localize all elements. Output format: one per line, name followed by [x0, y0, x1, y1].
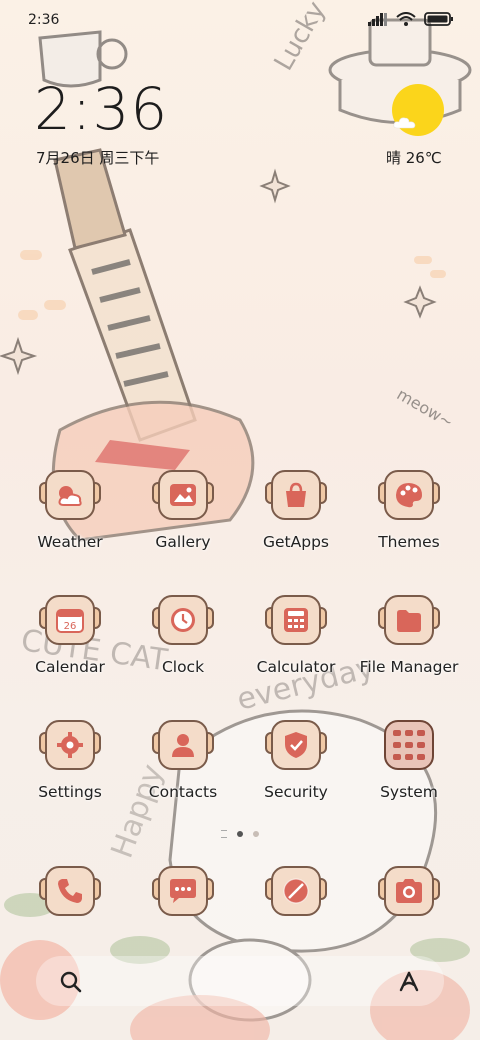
weather-widget-text[interactable]: 晴 26℃ — [386, 147, 442, 168]
app-calculator[interactable]: Calculator — [241, 595, 351, 676]
battery-icon — [424, 12, 453, 26]
messages-icon — [158, 866, 208, 916]
calendar-icon: 26 — [45, 595, 95, 645]
gallery-icon — [158, 470, 208, 520]
browser-icon — [271, 866, 321, 916]
phone-icon — [45, 866, 95, 916]
app-weather[interactable]: Weather — [15, 470, 125, 551]
app-label: Weather — [37, 533, 103, 551]
dock-browser[interactable] — [241, 866, 351, 920]
app-themes[interactable]: Themes — [354, 470, 464, 551]
wifi-icon — [396, 12, 416, 26]
app-label: Gallery — [155, 533, 211, 551]
app-label: Clock — [161, 658, 205, 676]
svg-text:26: 26 — [64, 621, 77, 632]
app-label: Settings — [38, 783, 102, 801]
app-label: File Manager — [359, 658, 459, 676]
app-label: Security — [264, 783, 328, 801]
app-label: Calendar — [35, 658, 105, 676]
app-security[interactable]: Security — [241, 720, 351, 801]
app-getapps[interactable]: GetApps — [241, 470, 351, 551]
dock-camera[interactable] — [354, 866, 464, 920]
page-dot-active — [237, 831, 243, 837]
app-label: System — [380, 783, 438, 801]
app-system-folder[interactable]: System — [354, 720, 464, 801]
svg-text:meow~: meow~ — [394, 385, 457, 432]
search-icon[interactable] — [60, 971, 82, 993]
app-label: Contacts — [148, 783, 218, 801]
page-indicator[interactable] — [0, 830, 480, 838]
dock-phone[interactable] — [15, 866, 125, 920]
weather-icon — [45, 470, 95, 520]
app-calendar[interactable]: 26 Calendar — [15, 595, 125, 676]
app-clock[interactable]: Clock — [128, 595, 238, 676]
calculator-icon — [271, 595, 321, 645]
dock-messages[interactable] — [128, 866, 238, 920]
cloud-icon — [393, 117, 416, 129]
clock-widget-date[interactable]: 7月26日 周三下午 — [36, 147, 159, 168]
contacts-icon — [158, 720, 208, 770]
file-manager-icon — [384, 595, 434, 645]
assistant-icon[interactable] — [398, 971, 420, 993]
app-label: GetApps — [263, 533, 329, 551]
settings-icon — [45, 720, 95, 770]
clock-widget-time[interactable]: 2:36 — [34, 80, 168, 138]
status-time: 2:36 — [28, 12, 60, 28]
status-bar: 2:36 — [0, 0, 480, 40]
app-label: Themes — [378, 533, 440, 551]
system-folder-icon — [384, 720, 434, 770]
camera-icon — [384, 866, 434, 916]
getapps-icon — [271, 470, 321, 520]
app-contacts[interactable]: Contacts — [128, 720, 238, 801]
search-bar[interactable] — [36, 956, 444, 1006]
feed-page-dot — [221, 830, 227, 838]
security-icon — [271, 720, 321, 770]
app-file-manager[interactable]: File Manager — [354, 595, 464, 676]
app-gallery[interactable]: Gallery — [128, 470, 238, 551]
clock-icon — [158, 595, 208, 645]
app-settings[interactable]: Settings — [15, 720, 125, 801]
signal-icon — [368, 13, 387, 26]
app-label: Calculator — [256, 658, 336, 676]
page-dot — [253, 831, 259, 837]
themes-icon — [384, 470, 434, 520]
